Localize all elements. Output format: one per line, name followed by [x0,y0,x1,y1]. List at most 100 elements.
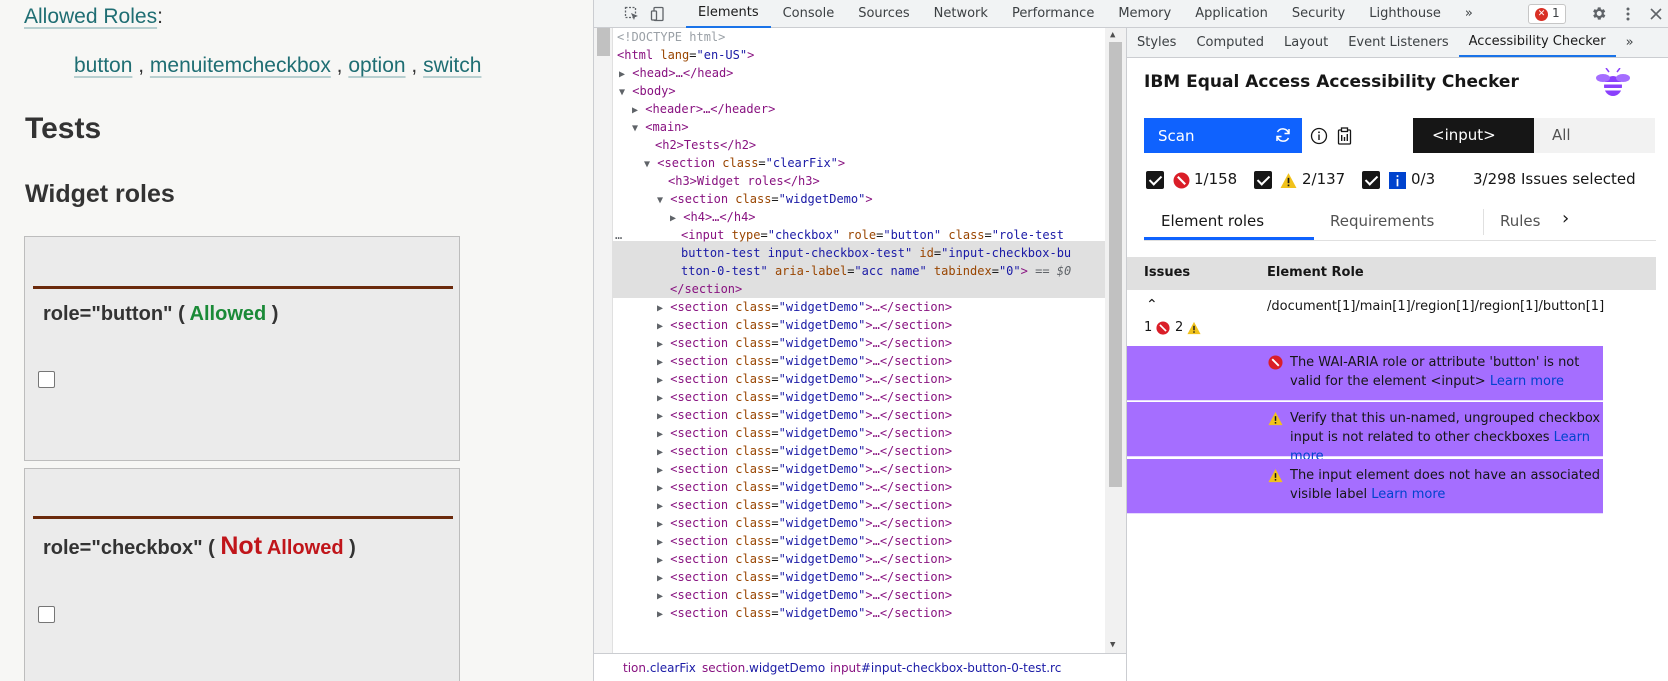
tab-memory[interactable]: Memory [1106,0,1183,28]
tab-security[interactable]: Security [1280,0,1357,28]
dom-line-collapsed-section[interactable]: ▶ <section class="widgetDemo">…</section… [657,442,952,461]
breadcrumb-item[interactable]: section.widgetDemo [702,661,825,675]
error-count-badge[interactable]: ✕ 1 [1528,4,1566,24]
role-link-option[interactable]: option [348,54,405,77]
test-checkbox[interactable] [38,606,55,623]
test-checkbox[interactable] [38,371,55,388]
tab-computed[interactable]: Computed [1186,28,1274,57]
roles-list: button , menuitemcheckbox , option , swi… [74,54,481,78]
elements-panel: <!DOCTYPE html> <html lang="en-US"> ▶ <h… [594,28,1126,681]
tests-heading: Tests [25,112,102,145]
dom-line-collapsed-section[interactable]: ▶ <section class="widgetDemo">…</section… [657,388,952,407]
tab-network[interactable]: Network [922,0,1000,28]
breadcrumb-item[interactable]: tion.clearFix [623,661,696,675]
tab-performance[interactable]: Performance [1000,0,1106,28]
tab-event-listeners[interactable]: Event Listeners [1338,28,1458,57]
needs-review-checkbox[interactable] [1254,171,1272,189]
chevron-up-icon[interactable]: ⌃ [1146,297,1158,313]
dom-line-selected[interactable]: button-test input-checkbox-test" id="inp… [681,244,1071,263]
dom-line-selected[interactable]: tton-0-test" aria-label="acc name" tabin… [681,262,1071,281]
close-icon[interactable] [1648,6,1664,22]
scope-all[interactable]: All [1534,118,1655,153]
widget-roles-heading: Widget roles [25,180,175,208]
table-row[interactable]: ⌃ 1 2 /document[1]/main[1]/region[1]/reg… [1127,290,1656,346]
device-toolbar-icon[interactable] [650,6,666,22]
learn-more-link[interactable]: Learn more [1371,487,1445,502]
dom-line[interactable]: ▶ <h4>…</h4> [670,208,756,227]
clipboard-report-icon[interactable] [1336,127,1353,145]
tab-elements[interactable]: Elements [686,0,771,28]
dom-line[interactable]: ▶ <header>…</header> [632,100,775,119]
role-link-menuitemcheckbox[interactable]: menuitemcheckbox [150,54,331,77]
scope-selected-element[interactable]: <input> [1413,118,1534,153]
info-icon[interactable] [1310,127,1328,145]
scrollbar-thumb[interactable] [1109,42,1122,487]
breadcrumb-item[interactable]: input#input-checkbox-button-0-test.rc [830,661,1061,675]
dom-line[interactable]: ▼ <section class="clearFix"> [644,154,845,173]
dom-line[interactable]: <h2>Tests</h2> [655,136,756,155]
tab-sources[interactable]: Sources [846,0,921,28]
tab-rules[interactable]: Rules [1500,212,1540,230]
scroll-up-arrow[interactable]: ▲ [1110,30,1115,40]
dom-line[interactable]: ▶ <head>…</head> [619,64,733,83]
violations-checkbox[interactable] [1146,171,1164,189]
dom-line[interactable]: ▼ <body> [619,82,676,101]
chevron-right-icon[interactable]: › [1562,208,1569,229]
tab-lighthouse[interactable]: Lighthouse [1357,0,1453,28]
violation-icon [1156,321,1170,335]
dom-line[interactable]: ▼ <section class="widgetDemo"> [657,190,873,209]
dom-line-collapsed-section[interactable]: ▶ <section class="widgetDemo">…</section… [657,586,952,605]
dom-line-collapsed-section[interactable]: ▶ <section class="widgetDemo">…</section… [657,406,952,425]
dom-line-collapsed-section[interactable]: ▶ <section class="widgetDemo">…</section… [657,532,952,551]
role-link-switch[interactable]: switch [423,54,481,77]
dom-line[interactable]: ▼ <main> [632,118,689,137]
learn-more-link[interactable]: Learn more [1490,374,1564,389]
dom-line-collapsed-section[interactable]: ▶ <section class="widgetDemo">…</section… [657,424,952,443]
allowed-status: Allowed [189,303,267,325]
scan-button[interactable]: Scan [1144,118,1302,153]
tab-application[interactable]: Application [1183,0,1280,28]
dom-line[interactable]: <h3>Widget roles</h3> [668,172,820,191]
dom-line-collapsed-section[interactable]: ▶ <section class="widgetDemo">…</section… [657,550,952,569]
kebab-menu-icon[interactable] [1620,6,1636,22]
tab-styles[interactable]: Styles [1127,28,1186,57]
dom-line[interactable]: <html lang="en-US"> [617,46,754,65]
elements-scrollbar[interactable]: ▲ ▼ [1105,28,1126,653]
tab-requirements[interactable]: Requirements [1330,212,1434,230]
dom-line-selected[interactable]: <input type="checkbox" role="button" cla… [681,226,1064,245]
more-tabs-button[interactable]: » [1453,0,1485,28]
dom-line-collapsed-section[interactable]: ▶ <section class="widgetDemo">…</section… [657,604,952,623]
issue-item-review[interactable]: The input element does not have an assoc… [1127,459,1603,514]
allowed-roles-link[interactable]: Allowed Roles [24,5,157,28]
settings-gear-icon[interactable] [1590,5,1607,22]
dom-line[interactable]: </section> [670,280,742,299]
dom-line-collapsed-section[interactable]: ▶ <section class="widgetDemo">…</section… [657,514,952,533]
recommendations-checkbox[interactable] [1362,171,1380,189]
dom-line-collapsed-section[interactable]: ▶ <section class="widgetDemo">…</section… [657,298,952,317]
tab-console[interactable]: Console [771,0,847,28]
scope-all-label: All [1552,126,1571,144]
dom-tree[interactable]: <!DOCTYPE html> <html lang="en-US"> ▶ <h… [613,28,1105,653]
issue-text: Verify that this un-named, ungrouped che… [1290,409,1603,466]
issue-item-review[interactable]: Verify that this un-named, ungrouped che… [1127,402,1603,464]
scroll-down-arrow[interactable]: ▼ [1110,640,1115,650]
dom-line-collapsed-section[interactable]: ▶ <section class="widgetDemo">…</section… [657,316,952,335]
inspect-element-icon[interactable] [624,6,640,22]
demo-title: role="button" ( Allowed ) [43,303,278,326]
dom-line[interactable]: <!DOCTYPE html> [617,28,725,47]
dom-line-ellipsis[interactable]: … [615,226,622,245]
dom-line-collapsed-section[interactable]: ▶ <section class="widgetDemo">…</section… [657,370,952,389]
header-element-role: Element Role [1267,265,1364,280]
role-link-button[interactable]: button [74,54,132,77]
dom-line-collapsed-section[interactable]: ▶ <section class="widgetDemo">…</section… [657,478,952,497]
dom-line-collapsed-section[interactable]: ▶ <section class="widgetDemo">…</section… [657,352,952,371]
issue-item-violation[interactable]: The WAI-ARIA role or attribute 'button' … [1127,346,1603,401]
dom-line-collapsed-section[interactable]: ▶ <section class="widgetDemo">…</section… [657,334,952,353]
dom-line-collapsed-section[interactable]: ▶ <section class="widgetDemo">…</section… [657,568,952,587]
tab-accessibility-checker[interactable]: Accessibility Checker [1458,28,1616,57]
dom-line-collapsed-section[interactable]: ▶ <section class="widgetDemo">…</section… [657,496,952,515]
dom-line-collapsed-section[interactable]: ▶ <section class="widgetDemo">…</section… [657,460,952,479]
tab-layout[interactable]: Layout [1274,28,1338,57]
side-more-tabs-button[interactable]: » [1616,28,1644,57]
tab-element-roles[interactable]: Element roles [1161,212,1264,230]
